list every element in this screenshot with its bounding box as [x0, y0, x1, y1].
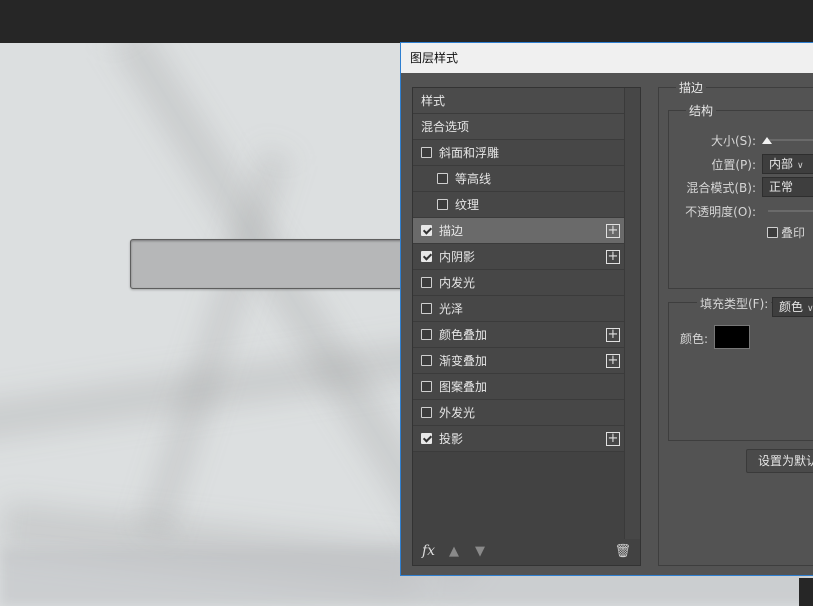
overprint-label: 叠印 [781, 224, 805, 241]
position-label: 位置(P): [669, 156, 756, 173]
style-item-label: 投影 [439, 432, 463, 446]
overprint-checkbox[interactable] [767, 227, 778, 238]
style-item-12[interactable]: 外发光 [413, 400, 624, 426]
size-slider-thumb[interactable] [762, 137, 772, 144]
style-checkbox[interactable] [421, 407, 432, 418]
style-checkbox[interactable] [421, 303, 432, 314]
arrow-down-icon[interactable]: ▼ [475, 544, 485, 559]
style-item-10[interactable]: 渐变叠加 + [413, 348, 624, 374]
chevron-down-icon: ∨ [807, 304, 813, 314]
style-item-label: 纹理 [455, 198, 479, 212]
add-style-plus-icon[interactable]: + [606, 224, 620, 238]
opacity-label: 不透明度(O): [669, 203, 756, 220]
style-item-label: 内阴影 [439, 250, 475, 264]
style-item-label: 混合选项 [421, 120, 469, 134]
style-item-11[interactable]: 图案叠加 [413, 374, 624, 400]
style-item-label: 内发光 [439, 276, 475, 290]
style-item-2[interactable]: 斜面和浮雕 [413, 140, 624, 166]
app-top-bar [0, 0, 813, 43]
style-item-7[interactable]: 内发光 [413, 270, 624, 296]
chevron-down-icon: ∨ [797, 161, 804, 171]
style-item-0[interactable]: 样式 [413, 88, 624, 114]
add-style-plus-icon[interactable]: + [606, 250, 620, 264]
color-label: 颜色: [680, 330, 708, 347]
styles-footer: fx ▲ ▼ 🗑 [413, 539, 640, 565]
opacity-slider[interactable] [768, 210, 813, 212]
style-checkbox[interactable] [437, 199, 448, 210]
style-checkbox[interactable] [421, 225, 432, 236]
style-checkbox[interactable] [421, 433, 432, 444]
style-item-5[interactable]: 描边 + [413, 218, 624, 244]
style-checkbox[interactable] [437, 173, 448, 184]
fill-type-select[interactable]: 颜色∨ [772, 297, 813, 317]
style-checkbox[interactable] [421, 147, 432, 158]
style-checkbox[interactable] [421, 381, 432, 392]
layer-shape [130, 239, 430, 289]
style-item-8[interactable]: 光泽 [413, 296, 624, 322]
add-style-plus-icon[interactable]: + [606, 354, 620, 368]
dialog-title: 图层样式 [401, 43, 813, 73]
style-item-label: 斜面和浮雕 [439, 146, 499, 160]
size-slider[interactable] [766, 139, 813, 141]
style-item-1[interactable]: 混合选项 [413, 114, 624, 140]
blend-mode-label: 混合模式(B): [669, 179, 756, 196]
add-style-plus-icon[interactable]: + [606, 328, 620, 342]
layer-style-dialog: 图层样式 样式混合选项斜面和浮雕等高线纹理描边+内阴影+内发光光泽颜色叠加+渐变… [400, 42, 813, 576]
style-checkbox[interactable] [421, 329, 432, 340]
style-checkbox[interactable] [421, 251, 432, 262]
fx-button[interactable]: fx [422, 543, 435, 559]
styles-list: 样式混合选项斜面和浮雕等高线纹理描边 + 内阴影 + 内发光光泽颜色叠加 + 渐变叠加 + 图案… [413, 88, 624, 452]
structure-title: 结构 [686, 102, 716, 119]
set-default-button[interactable]: 设置为默认 [746, 449, 813, 473]
size-label: 大小(S): [669, 132, 756, 149]
styles-list-panel: 样式混合选项斜面和浮雕等高线纹理描边 + 内阴影 + 内发光光泽颜色叠加 + 渐变叠加 + 图案… [412, 87, 641, 566]
styles-list-scrollbar[interactable] [624, 88, 640, 539]
style-item-label: 颜色叠加 [439, 328, 487, 342]
stroke-settings-panel: 描边 结构 大小(S): 位置(P): 内部∨ 混合模式(B): 正常 不透明度… [658, 87, 813, 566]
structure-group: 结构 大小(S): 位置(P): 内部∨ 混合模式(B): 正常 不透明度(O)… [668, 110, 813, 289]
style-item-13[interactable]: 投影 + [413, 426, 624, 452]
fill-type-label: 填充类型(F): [697, 295, 771, 312]
style-item-3[interactable]: 等高线 [413, 166, 624, 192]
fill-type-group: 填充类型(F): 颜色∨ 颜色: [668, 302, 813, 441]
blend-mode-select[interactable]: 正常 [762, 177, 813, 197]
style-item-label: 描边 [439, 224, 463, 238]
style-item-label: 外发光 [439, 406, 475, 420]
add-style-plus-icon[interactable]: + [606, 432, 620, 446]
style-item-label: 光泽 [439, 302, 463, 316]
style-item-label: 图案叠加 [439, 380, 487, 394]
arrow-up-icon[interactable]: ▲ [449, 544, 459, 559]
style-checkbox[interactable] [421, 355, 432, 366]
position-select[interactable]: 内部∨ [762, 154, 813, 174]
style-item-4[interactable]: 纹理 [413, 192, 624, 218]
style-checkbox[interactable] [421, 277, 432, 288]
color-swatch[interactable] [714, 325, 750, 349]
style-item-label: 等高线 [455, 172, 491, 186]
style-item-label: 样式 [421, 94, 445, 108]
stroke-section-title: 描边 [676, 79, 706, 96]
style-item-label: 渐变叠加 [439, 354, 487, 368]
style-item-6[interactable]: 内阴影 + [413, 244, 624, 270]
style-item-9[interactable]: 颜色叠加 + [413, 322, 624, 348]
trash-icon[interactable]: 🗑 [614, 544, 631, 559]
